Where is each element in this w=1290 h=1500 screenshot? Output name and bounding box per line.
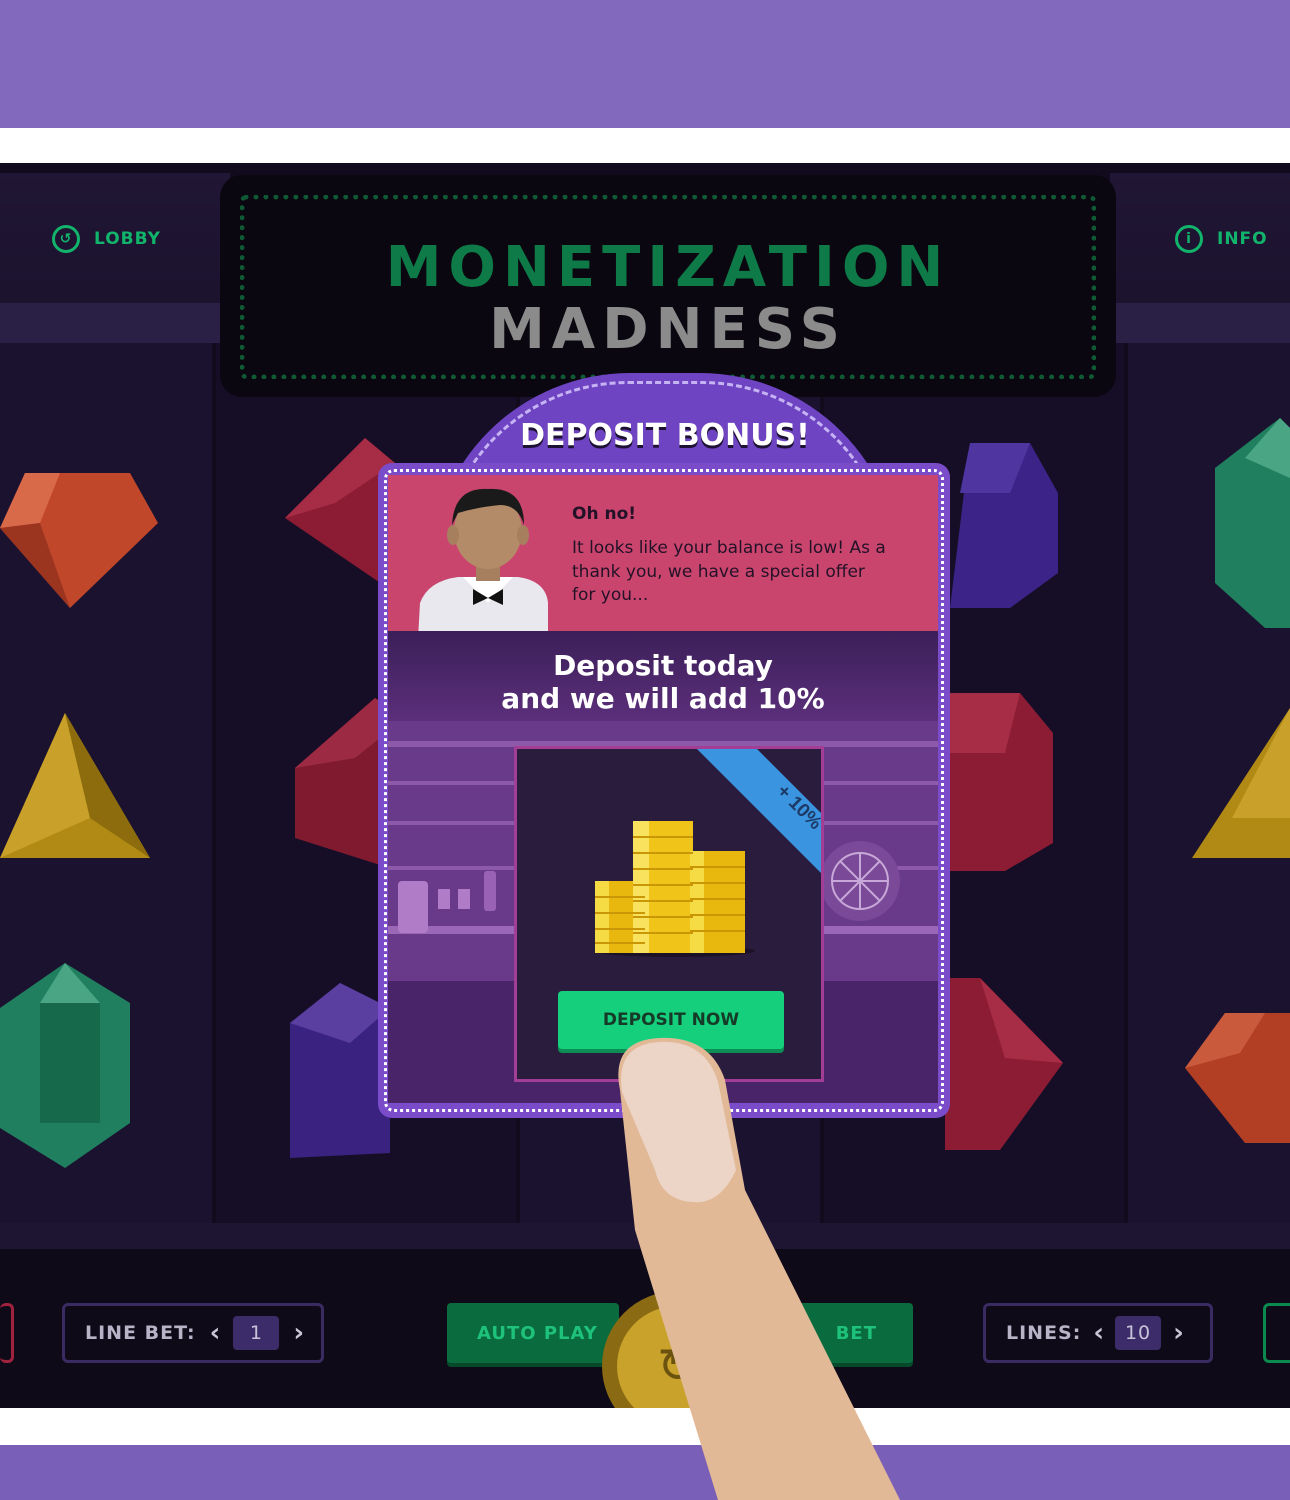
orange-gem — [0, 473, 158, 608]
yellow-gem — [1192, 708, 1290, 858]
header-right-panel — [1110, 173, 1290, 343]
info-icon: i — [1175, 225, 1203, 253]
game-title-line1: MONETIZATION — [385, 235, 951, 300]
message-body: It looks like your balance is low! As a … — [572, 538, 886, 605]
right-edge-button[interactable] — [1263, 1303, 1290, 1363]
red-gem — [945, 978, 1063, 1150]
header-left-panel — [0, 173, 230, 343]
offer-headline: Deposit today and we will add 10% — [388, 649, 938, 715]
line-bet-decrease-icon[interactable]: ‹ — [210, 1318, 222, 1348]
green-gem — [0, 963, 130, 1168]
left-edge-button[interactable] — [0, 1303, 14, 1363]
purple-gem — [290, 983, 390, 1158]
green-gem — [1215, 418, 1290, 628]
info-button[interactable]: i INFO — [1175, 225, 1268, 253]
popup-title: DEPOSIT BONUS! — [520, 418, 810, 453]
offer-headline-line2: and we will add 10% — [501, 682, 825, 715]
lines-decrease-icon[interactable]: ‹ — [1093, 1318, 1105, 1348]
line-bet-increase-icon[interactable]: › — [293, 1318, 305, 1348]
lines-value: 10 — [1115, 1316, 1162, 1350]
message-greeting: Oh no! — [572, 504, 637, 524]
lines-label: LINES: — [1006, 1322, 1082, 1344]
red-gem — [945, 693, 1053, 871]
waiter-avatar — [418, 488, 548, 631]
offer-headline-line1: Deposit today — [553, 649, 773, 682]
purple-gem — [950, 443, 1058, 608]
back-arrow-icon: ↺ — [52, 225, 80, 253]
lobby-label: LOBBY — [94, 229, 161, 249]
gold-coins-icon — [595, 821, 755, 957]
line-bet-value: 1 — [233, 1316, 280, 1350]
lines-increase-icon[interactable]: › — [1173, 1318, 1185, 1348]
yellow-gem — [0, 713, 150, 858]
line-bet-label: LINE BET: — [85, 1322, 196, 1344]
info-label: INFO — [1217, 229, 1268, 249]
orange-gem — [1185, 1013, 1290, 1143]
lobby-button[interactable]: ↺ LOBBY — [52, 225, 161, 253]
pointing-finger — [618, 1037, 900, 1500]
lines-control: LINES: ‹ 10 › — [983, 1303, 1213, 1363]
game-title-line2: MADNESS — [489, 297, 847, 362]
top-banner — [0, 0, 1290, 128]
game-title-sign: MONETIZATION MADNESS — [220, 175, 1116, 397]
line-bet-control: LINE BET: ‹ 1 › — [62, 1303, 324, 1363]
auto-play-button[interactable]: AUTO PLAY — [447, 1303, 619, 1363]
